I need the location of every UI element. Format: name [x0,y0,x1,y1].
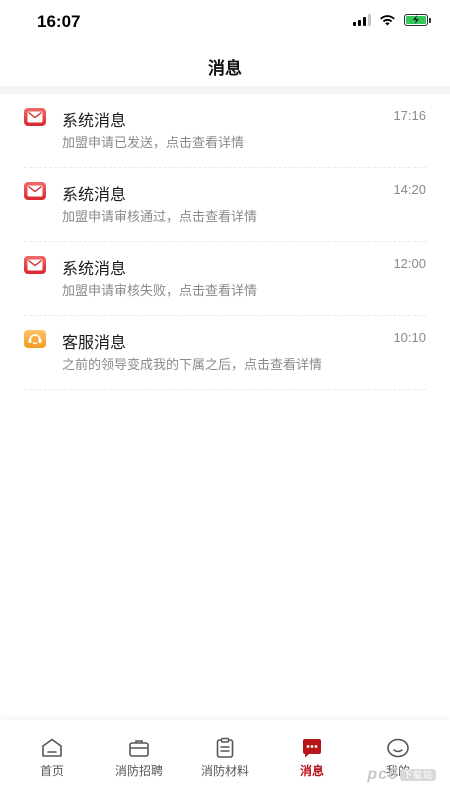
status-bar: 16:07 [0,0,450,44]
message-time: 14:20 [393,182,426,197]
message-title: 系统消息 [62,113,127,130]
tab-fire-recruitment[interactable]: 消防招聘 [94,720,184,800]
message-item-service[interactable]: 客服消息 10:10 之前的领导变成我的下属之后，点击查看详情 [24,316,426,390]
watermark-logo: pc6 下载站 [367,766,436,784]
tab-label: 消防招聘 [114,764,163,778]
message-time: 17:16 [393,108,426,123]
tab-mine[interactable]: 我的 [353,720,443,800]
envelope-icon [24,182,46,200]
cellular-signal-icon [353,14,371,26]
watermark-text: pc6 [367,766,398,783]
home-icon [42,738,62,757]
battery-icon [404,14,431,26]
tab-home[interactable]: 首页 [7,720,97,800]
message-preview: 加盟申请审核失败，点击查看详情 [62,283,258,298]
message-title: 客服消息 [62,335,127,352]
message-preview: 加盟申请已发送，点击查看详情 [62,135,245,150]
tab-messages[interactable]: 消息 [267,720,357,800]
briefcase-icon [129,740,149,757]
status-time: 16:07 [37,12,81,31]
message-title: 系统消息 [62,187,127,204]
smiley-icon [387,738,409,758]
message-item-system-1[interactable]: 系统消息 17:16 加盟申请已发送，点击查看详情 [24,94,426,168]
clipboard-icon [216,737,234,758]
status-icons [353,14,431,26]
tab-bar: 首页 消防招聘 消防材料 消息 我的 [0,720,450,800]
envelope-icon [24,108,46,126]
tab-label: 消息 [299,764,324,778]
tab-fire-materials[interactable]: 消防材料 [180,720,270,800]
wifi-icon [380,15,395,26]
envelope-icon [24,256,46,274]
message-item-system-2[interactable]: 系统消息 14:20 加盟申请审核通过，点击查看详情 [24,168,426,242]
watermark-badge: 下载站 [399,769,436,782]
message-title: 系统消息 [62,261,127,278]
message-time: 12:00 [393,256,426,271]
tab-label: 首页 [39,764,64,778]
customer-service-icon [24,330,46,348]
message-preview: 加盟申请审核通过，点击查看详情 [62,209,258,224]
header-divider [0,86,450,94]
tab-label: 消防材料 [200,764,249,778]
message-item-system-3[interactable]: 系统消息 12:00 加盟申请审核失败，点击查看详情 [24,242,426,316]
message-preview: 之前的领导变成我的下属之后，点击查看详情 [62,357,323,372]
chat-bubble-icon [303,739,321,758]
message-list: 系统消息 17:16 加盟申请已发送，点击查看详情 系统消息 14:20 加盟申… [0,94,450,390]
page-title: 消息 [208,59,242,78]
message-time: 10:10 [393,330,426,345]
